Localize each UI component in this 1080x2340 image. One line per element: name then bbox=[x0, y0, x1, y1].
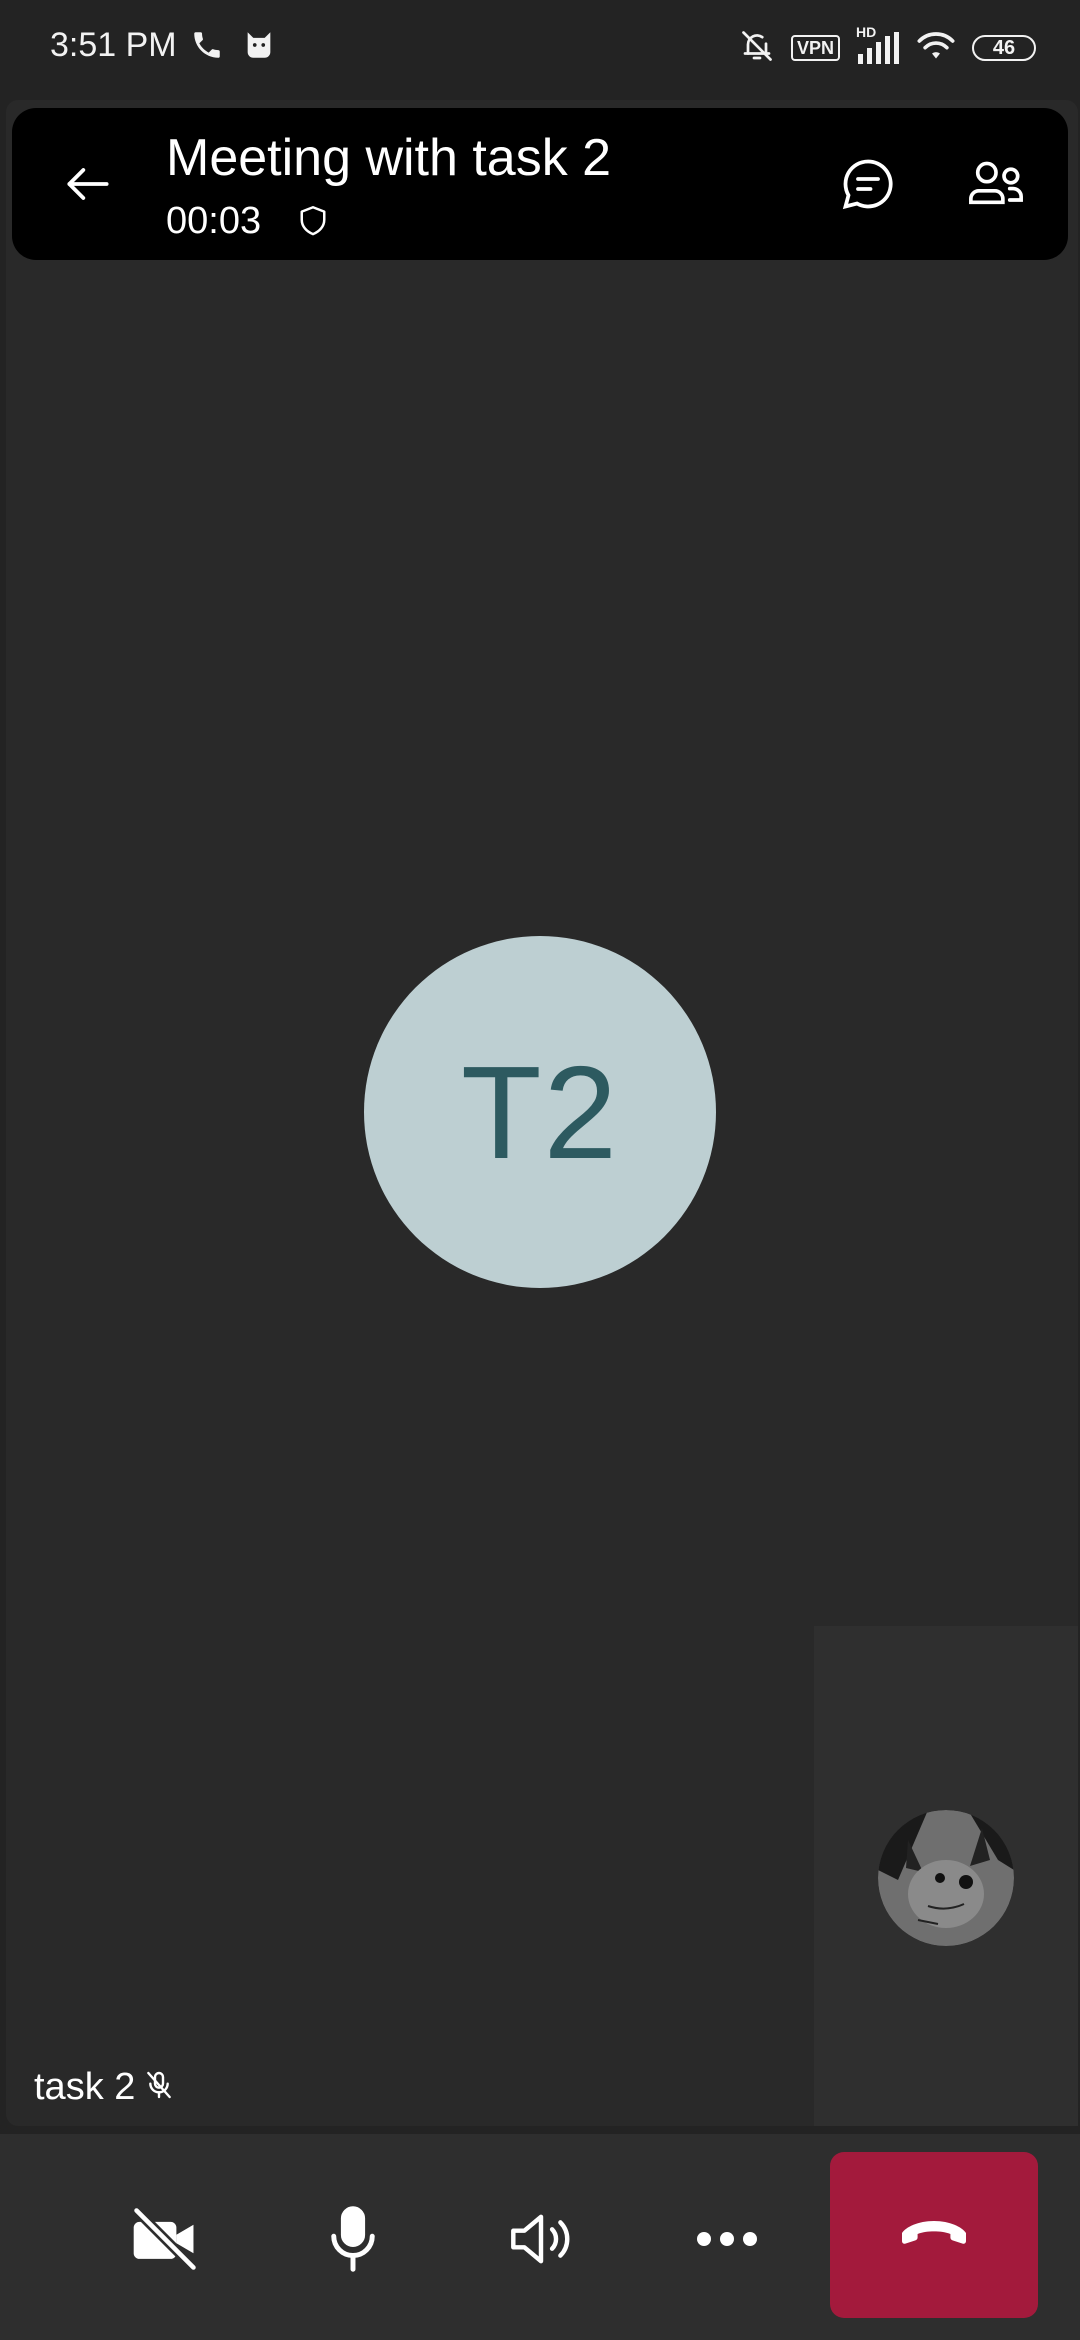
status-icons: VPN HD 46 bbox=[739, 24, 1036, 70]
microphone-button[interactable] bbox=[308, 2194, 398, 2284]
speaker-button[interactable] bbox=[496, 2194, 586, 2284]
vpn-icon: VPN bbox=[790, 35, 840, 61]
call-timer: 00:03 bbox=[166, 200, 262, 242]
meeting-title: Meeting with task 2 bbox=[166, 129, 612, 187]
speaker-icon bbox=[511, 2214, 570, 2264]
battery-icon: 46 bbox=[972, 35, 1036, 61]
participants-icon bbox=[969, 161, 1023, 205]
microphone-icon bbox=[331, 2206, 375, 2272]
end-call-button[interactable] bbox=[830, 2152, 1038, 2318]
mic-muted-icon bbox=[143, 2069, 175, 2106]
participant-avatar: T2 bbox=[364, 936, 716, 1288]
signal-icon: HD bbox=[856, 24, 900, 66]
bell-muted-icon bbox=[739, 28, 775, 69]
chat-icon bbox=[842, 159, 893, 210]
call-controls bbox=[0, 2134, 1080, 2340]
participant-label: task 2 bbox=[34, 2066, 175, 2109]
phone-call-icon bbox=[190, 28, 224, 67]
self-preview-tile[interactable] bbox=[814, 1626, 1078, 2126]
back-button[interactable] bbox=[52, 148, 124, 220]
more-options-icon bbox=[697, 2232, 757, 2246]
more-options-button[interactable] bbox=[682, 2194, 772, 2284]
chat-button[interactable] bbox=[832, 148, 904, 220]
self-profile-avatar bbox=[878, 1810, 1014, 1946]
call-header: Meeting with task 2 00:03 bbox=[12, 108, 1068, 260]
status-bar: 3:51 PM VPN HD 46 bbox=[0, 0, 1080, 96]
camera-off-icon bbox=[131, 2205, 199, 2273]
camera-toggle-button[interactable] bbox=[120, 2194, 210, 2284]
participants-button[interactable] bbox=[956, 148, 1036, 220]
wifi-icon bbox=[916, 29, 956, 68]
avatar-initials: T2 bbox=[460, 1038, 620, 1186]
end-call-icon bbox=[902, 2221, 966, 2244]
participant-name: task 2 bbox=[34, 2066, 136, 2108]
shield-icon bbox=[298, 204, 328, 243]
back-arrow-icon bbox=[67, 168, 109, 200]
cat-icon bbox=[242, 28, 276, 67]
status-time: 3:51 PM bbox=[50, 26, 177, 64]
